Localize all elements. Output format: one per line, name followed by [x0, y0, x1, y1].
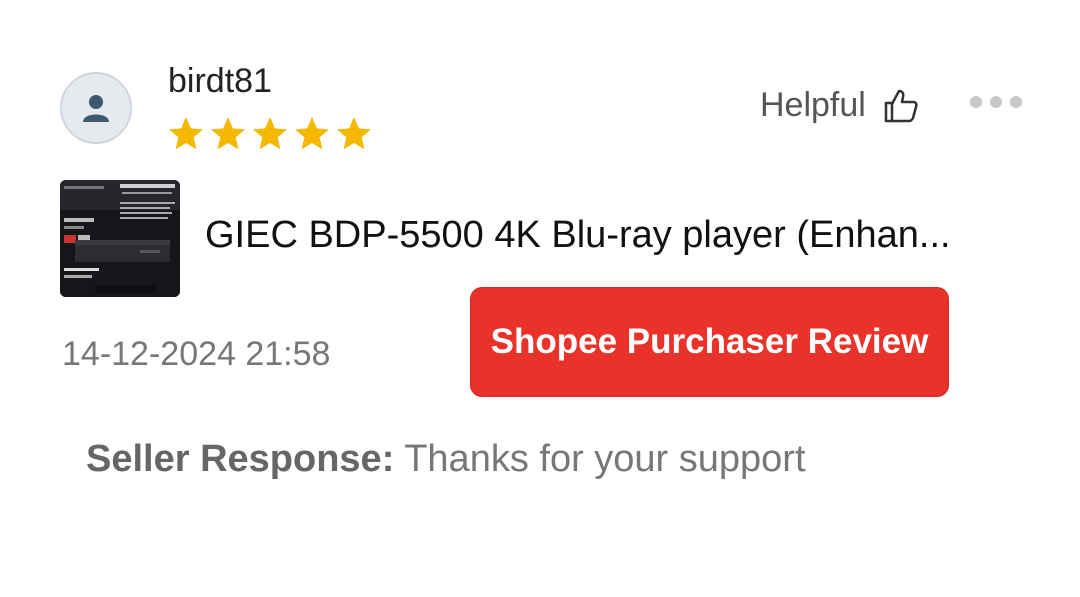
person-icon	[83, 95, 109, 122]
purchaser-review-badge: Shopee Purchaser Review	[470, 287, 949, 397]
star-icon	[253, 117, 287, 150]
helpful-label: Helpful	[760, 86, 866, 124]
star-icon	[337, 117, 371, 150]
product-name[interactable]: GIEC BDP-5500 4K Blu-ray player (Enhan..…	[205, 214, 1005, 257]
seller-response: Seller Response: Thanks for your support	[86, 438, 806, 481]
star-rating	[166, 114, 374, 154]
helpful-button[interactable]: Helpful	[760, 86, 920, 125]
more-dot	[970, 96, 982, 108]
seller-response-label: Seller Response:	[86, 438, 395, 480]
product-thumbnail[interactable]	[60, 180, 180, 297]
seller-response-text: Thanks for your support	[394, 438, 806, 480]
product-image	[60, 180, 180, 297]
thumbs-up-icon	[884, 89, 918, 122]
star-icon	[169, 117, 203, 150]
star-icon	[295, 117, 329, 150]
more-options-icon[interactable]	[970, 96, 1022, 108]
more-dot	[1010, 96, 1022, 108]
reviewer-username[interactable]: birdt81	[168, 62, 272, 101]
star-icon	[211, 117, 245, 150]
avatar[interactable]	[60, 72, 132, 144]
review-date: 14-12-2024 21:58	[62, 335, 331, 373]
more-dot	[990, 96, 1002, 108]
